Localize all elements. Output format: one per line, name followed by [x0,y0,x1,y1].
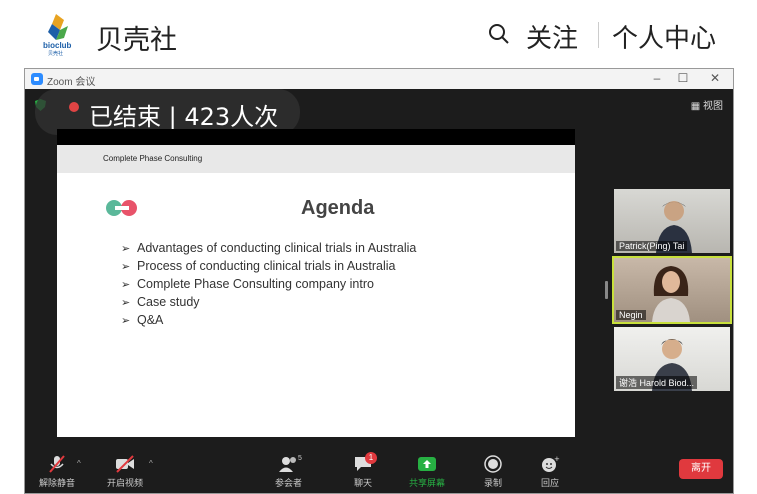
participants-icon [278,457,296,472]
reactions-label: 回应 [540,478,559,488]
participants-count: 5 [298,455,302,462]
record-label: 录制 [483,478,502,488]
app-title: 贝壳社 [96,25,177,56]
emoji-plus-icon: + [542,455,560,472]
list-item: ➢ Process of conducting clinical trials i… [121,257,416,275]
slide-title: Agenda [301,197,375,219]
meeting-toolbar: 解除静音 ^ 开启视频 ^ 5 参会者 1 聊天 共享屏幕 录制 + 回应 离开 [25,451,733,493]
agenda-item: Process of conducting clinical trials in… [137,259,396,273]
close-button[interactable]: ✕ [705,71,725,85]
arrow-bullet-icon: ➢ [121,243,131,255]
arrow-bullet-icon: ➢ [121,261,131,273]
leave-meeting-button[interactable]: 离开 [679,459,723,479]
zoom-window: Zoom 会议 – ☐ ✕ 已结束 | 423人次 ▦ 视图 Complete … [24,68,734,494]
profile-center-link[interactable]: 个人中心 [612,18,716,55]
chat-unread-badge: 1 [365,452,377,464]
start-video-button[interactable]: 开启视频 [107,455,143,489]
view-button[interactable]: ▦ 视图 [691,97,723,112]
chat-button[interactable]: 1 聊天 [353,452,377,489]
record-dot-icon [69,102,79,112]
participants-button[interactable]: 5 参会者 [275,455,302,489]
maximize-button[interactable]: ☐ [673,71,693,85]
window-title: Zoom 会议 [47,77,96,88]
agenda-list: ➢ Advantages of conducting clinical trial… [121,239,416,329]
search-icon[interactable] [488,23,510,45]
video-off-icon [116,455,134,473]
audio-options-caret-icon[interactable]: ^ [77,459,81,468]
livestream-status-text: 已结束 | 423人次 [89,103,279,131]
participant-tile-active[interactable]: Negin [612,256,732,324]
slide-brand: Complete Phase Consulting [103,154,203,163]
panel-resize-handle[interactable] [605,281,608,299]
list-item: ➢ Q&A [121,311,416,329]
share-screen-icon [418,457,436,471]
arrow-bullet-icon: ➢ [121,279,131,291]
record-button[interactable]: 录制 [483,455,503,489]
share-screen-label: 共享屏幕 [409,478,446,488]
app-header: bioclub 贝壳社 贝壳社 关注 个人中心 [0,0,757,68]
list-item: ➢ Advantages of conducting clinical trial… [121,239,416,257]
unmute-label: 解除静音 [39,478,76,488]
video-options-caret-icon[interactable]: ^ [149,459,153,468]
agenda-item: Advantages of conducting clinical trials… [137,241,417,255]
list-item: ➢ Case study [121,293,416,311]
share-screen-button[interactable]: 共享屏幕 [409,455,445,489]
minimize-button[interactable]: – [647,71,667,85]
unmute-button[interactable]: 解除静音 [39,455,75,489]
reactions-button[interactable]: + 回应 [540,455,560,489]
participant-name: 谢浩 Harold Biod... [616,376,698,389]
participant-tile[interactable]: 谢浩 Harold Biod... [614,327,730,391]
microphone-muted-icon [49,455,65,473]
agenda-item: Q&A [137,313,164,327]
follow-button[interactable]: 关注 [526,18,578,55]
arrow-bullet-icon: ➢ [121,315,131,327]
svg-text:+: + [554,455,560,463]
chat-label: 聊天 [353,478,372,488]
participant-video [652,266,690,322]
participant-tile[interactable]: Patrick(Ping) Tai [614,189,730,253]
slide-header: Complete Phase Consulting [57,145,575,173]
agenda-item: Case study [137,295,200,309]
arrow-bullet-icon: ➢ [121,297,131,309]
participant-name: Negin [616,310,646,320]
company-logo-icon [106,200,137,216]
header-divider [598,22,599,48]
record-icon [484,455,502,473]
list-item: ➢ Complete Phase Consulting company intro [121,275,416,293]
agenda-item: Complete Phase Consulting company intro [137,277,374,291]
start-video-label: 开启视频 [107,478,144,488]
logo-subtext: 贝壳社 [48,51,64,57]
window-titlebar: Zoom 会议 – ☐ ✕ [25,69,733,89]
meeting-stage: 已结束 | 423人次 ▦ 视图 Complete Phase Consulti… [25,89,733,493]
participants-label: 参会者 [275,478,303,488]
participant-name: Patrick(Ping) Tai [616,241,688,251]
zoom-logo-icon [31,73,43,85]
shared-slide: Complete Phase Consulting Agenda ➢ Advant… [57,145,575,437]
logo-text: bioclub [43,41,72,50]
